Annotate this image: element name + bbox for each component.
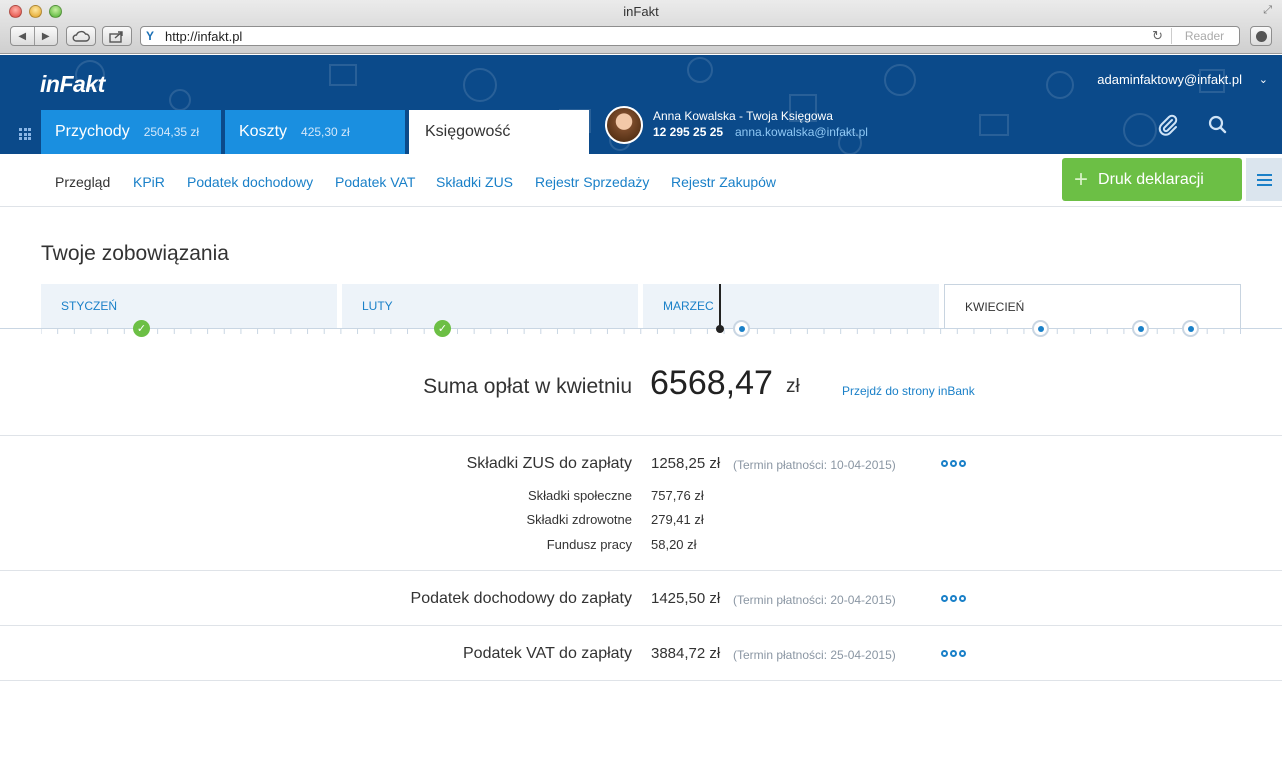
labor-fund-value: 58,20 zł: [651, 537, 697, 552]
today-marker: [719, 284, 721, 329]
accountant-phone: 12 295 25 25: [653, 125, 724, 139]
vat-more-options-button[interactable]: [941, 650, 966, 657]
subnav-rejestr-sprzedazy[interactable]: Rejestr Sprzedaży: [535, 174, 649, 190]
tab-przychody-amount: 2504,35 zł: [143, 125, 200, 139]
user-account-menu[interactable]: adaminfaktowy@infakt.pl: [1097, 72, 1242, 87]
month-tab-styczen[interactable]: STYCZEŃ: [41, 284, 337, 328]
sum-value: 6568,47: [650, 364, 773, 402]
payment-due-marker[interactable]: [733, 320, 750, 337]
subnav-rejestr-zakupow[interactable]: Rejestr Zakupów: [671, 174, 776, 190]
downloads-button[interactable]: [1250, 26, 1272, 46]
url-text[interactable]: http://infakt.pl: [165, 29, 242, 44]
paid-check-icon[interactable]: ✓: [133, 320, 150, 337]
income-tax-more-options-button[interactable]: [941, 595, 966, 602]
labor-fund-label: Fundusz pracy: [546, 537, 632, 552]
plus-icon: +: [1074, 165, 1089, 193]
more-icon: [941, 460, 948, 467]
page-title: Twoje zobowiązania: [41, 242, 229, 265]
month-label: STYCZEŃ: [61, 299, 118, 313]
month-label: MARZEC: [663, 299, 714, 313]
inbank-link[interactable]: Przejdź do strony inBank: [842, 384, 975, 398]
more-icon: [941, 650, 948, 657]
zus-row-value: 1258,25 zł: [651, 455, 721, 472]
sum-currency: zł: [786, 376, 800, 397]
chevron-down-icon[interactable]: ⌄: [1259, 73, 1268, 86]
subnav: Przegląd KPiR Podatek dochodowy Podatek …: [0, 154, 1282, 207]
hamburger-menu-button[interactable]: [1246, 158, 1282, 201]
zus-row-term: (Termin płatności: 10-04-2015): [733, 458, 896, 472]
app-header: inFakt adaminfaktowy@infakt.pl ⌄ Przycho…: [0, 55, 1282, 154]
share-button[interactable]: [102, 26, 132, 46]
site-favicon-icon: Y: [146, 29, 155, 43]
today-marker-dot: [716, 325, 724, 333]
search-icon[interactable]: [1208, 115, 1228, 135]
browser-chrome: inFakt ⤢ ◀ ▶ Y http://infakt.pl ↻ Reader: [0, 0, 1282, 54]
address-bar[interactable]: Y http://infakt.pl ↻ Reader: [140, 26, 1240, 46]
zus-health-label: Składki zdrowotne: [526, 512, 633, 527]
tab-koszty-amount: 425,30 zł: [301, 125, 350, 139]
subnav-podatek-vat[interactable]: Podatek VAT: [335, 174, 415, 190]
window-title: inFakt: [623, 4, 659, 19]
payment-due-marker[interactable]: [1132, 320, 1149, 337]
payment-due-marker[interactable]: [1032, 320, 1049, 337]
tab-przychody-label: Przychody: [55, 123, 130, 140]
income-tax-row-term: (Termin płatności: 20-04-2015): [733, 593, 896, 607]
vat-row-term: (Termin płatności: 25-04-2015): [733, 648, 896, 662]
timeline-ticks: [41, 329, 1241, 334]
accountant-email-link[interactable]: anna.kowalska@infakt.pl: [735, 125, 868, 139]
print-declaration-label: Druk deklaracji: [1098, 170, 1204, 188]
accountant-avatar: [605, 106, 643, 144]
zus-social-value: 757,76 zł: [651, 488, 704, 503]
zus-health-value: 279,41 zł: [651, 512, 704, 527]
infakt-logo[interactable]: inFakt: [40, 71, 105, 98]
print-declaration-button[interactable]: + Druk deklaracji: [1062, 158, 1242, 201]
sum-label: Suma opłat w kwietniu: [423, 375, 632, 398]
tab-ksiegowosc[interactable]: Księgowość: [409, 110, 589, 154]
reader-button[interactable]: Reader: [1171, 28, 1237, 44]
month-tab-marzec[interactable]: MARZEC: [643, 284, 939, 328]
month-label: LUTY: [362, 299, 393, 313]
share-icon: [109, 30, 123, 43]
month-tab-luty[interactable]: LUTY: [342, 284, 638, 328]
vat-row-label: Podatek VAT do zapłaty: [463, 645, 632, 662]
zus-social-label: Składki społeczne: [527, 488, 632, 503]
forward-button[interactable]: ▶: [33, 27, 58, 45]
subnav-podatek-dochodowy[interactable]: Podatek dochodowy: [187, 174, 313, 190]
subnav-przeglad[interactable]: Przegląd: [55, 174, 110, 190]
tab-przychody[interactable]: Przychody 2504,35 zł: [41, 110, 221, 154]
divider: [0, 680, 1282, 681]
divider: [0, 435, 1282, 436]
divider: [0, 625, 1282, 626]
back-button[interactable]: ◀: [11, 27, 34, 45]
tab-koszty-label: Koszty: [239, 123, 288, 140]
accountant-name: Anna Kowalska - Twoja Księgowa: [653, 109, 833, 123]
history-buttons: ◀ ▶: [10, 26, 58, 46]
vat-row-value: 3884,72 zł: [651, 645, 721, 662]
zus-more-options-button[interactable]: [941, 460, 966, 467]
tab-koszty[interactable]: Koszty 425,30 zł: [225, 110, 405, 154]
paperclip-icon[interactable]: [1157, 114, 1179, 136]
zus-row-label: Składki ZUS do zapłaty: [466, 455, 632, 472]
fullscreen-icon[interactable]: ⤢: [1263, 4, 1272, 17]
tab-ksiegowosc-label: Księgowość: [425, 123, 511, 140]
icloud-tabs-button[interactable]: [66, 26, 96, 46]
month-tab-kwiecien[interactable]: KWIECIEŃ: [944, 284, 1241, 328]
income-tax-row-label: Podatek dochodowy do zapłaty: [410, 590, 632, 607]
reload-icon[interactable]: ↻: [1152, 28, 1163, 44]
month-label: KWIECIEŃ: [965, 300, 1025, 314]
download-icon: [1255, 30, 1267, 42]
payment-due-marker[interactable]: [1182, 320, 1199, 337]
income-tax-row-value: 1425,50 zł: [651, 590, 721, 607]
paid-check-icon[interactable]: ✓: [434, 320, 451, 337]
cloud-icon: [72, 30, 90, 42]
subnav-skladki-zus[interactable]: Składki ZUS: [436, 174, 513, 190]
apps-grid-icon[interactable]: [19, 128, 31, 140]
subnav-kpir[interactable]: KPiR: [133, 174, 165, 190]
divider: [0, 570, 1282, 571]
menu-icon: [1256, 173, 1272, 176]
more-icon: [941, 595, 948, 602]
